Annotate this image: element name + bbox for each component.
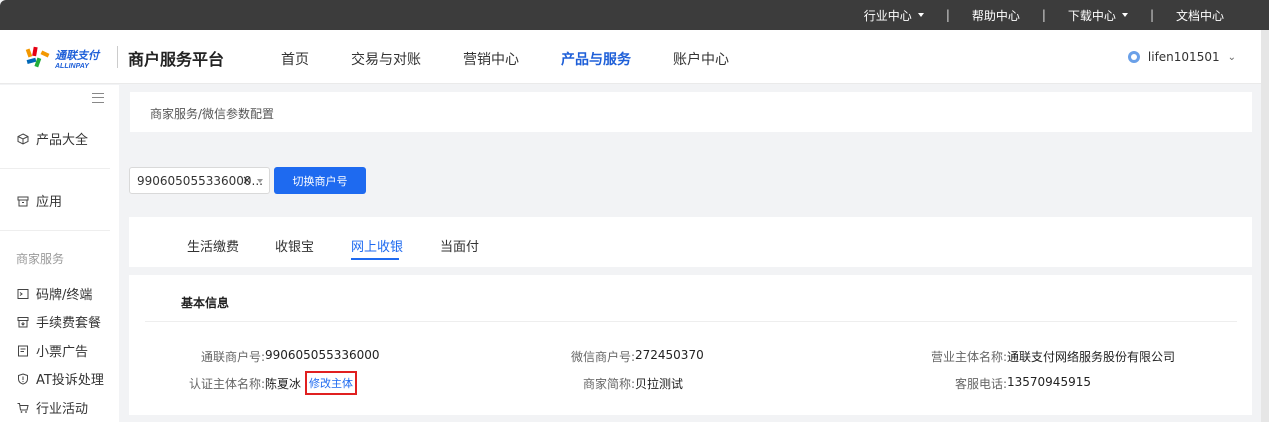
top-bar: 行业中心 | 帮助中心 | 下载中心 | 文档中心 [0,0,1269,30]
help-center-link[interactable]: 帮助中心 [972,7,1020,24]
platform-title: 商户服务平台 [128,50,225,69]
basic-info-card: 基本信息 通联商户号: 990605055336000 认证主体名称: 陈夏冰 … [129,275,1252,415]
cube-icon [17,132,29,145]
sidebar-item-industry-activity[interactable]: 行业活动 [17,398,88,417]
field-certified-subject: 认证主体名称: 陈夏冰 修改主体 [169,371,358,399]
caret-down-icon [257,179,263,183]
username: lifen101501 [1147,50,1220,64]
shield-icon [18,372,28,385]
svg-text:ALLINPAY: ALLINPAY [54,63,90,70]
divider [145,321,1237,322]
docs-center-link[interactable]: 文档中心 [1176,7,1224,24]
sidebar-item-fee-package[interactable]: 手续费套餐 [17,312,101,331]
field-value: 13570945915 [1007,375,1091,389]
sidebar-item-products[interactable]: 产品大全 [17,129,88,148]
section-title: 基本信息 [181,296,230,310]
sidebar-item-terminal[interactable]: 码牌/终端 [17,284,92,303]
tab-utility-payment[interactable]: 生活缴费 [187,236,239,255]
clear-icon[interactable]: × [242,173,252,187]
field-label: 微信商户号: [570,350,635,364]
tab-face-to-face[interactable]: 当面付 [440,236,479,255]
tab-online-cashier[interactable]: 网上收银 [351,236,403,255]
caret-down-icon [917,13,924,17]
tabs-card: 生活缴费 收银宝 网上收银 当面付 [129,217,1252,267]
field-label: 客服电话: [954,377,1007,391]
logo-divider [117,46,118,68]
nav-marketing[interactable]: 营销中心 [463,49,519,69]
package-icon [17,316,29,327]
breadcrumb: 商家服务/微信参数配置 [150,107,275,121]
sidebar-item-complaints[interactable]: AT投诉处理 [17,369,104,388]
field-value: 陈夏冰 [265,377,302,391]
field-label: 通联商户号: [200,350,265,364]
user-menu[interactable]: lifen101501 ⌄ [1127,50,1236,64]
sidebar-item-apps[interactable]: 应用 [17,191,62,210]
scrollbar-track[interactable] [1261,30,1269,422]
archive-icon [17,196,29,206]
download-center-link[interactable]: 下载中心 [1068,7,1128,24]
terminal-icon [17,288,29,299]
nav-account[interactable]: 账户中心 [673,49,729,69]
svg-text:通联支付: 通联支付 [55,49,101,62]
nav-products-services[interactable]: 产品与服务 [561,49,631,69]
nav-home[interactable]: 首页 [281,49,309,69]
sidebar-item-receipt-ads[interactable]: 小票广告 [17,341,88,360]
avatar [1127,51,1140,63]
sidebar-section-title: 商家服务 [16,252,65,266]
caret-down-icon [1121,13,1128,17]
nav-transactions[interactable]: 交易与对账 [351,49,421,69]
switch-merchant-button[interactable]: 切换商户号 [274,167,366,194]
allinpay-logo[interactable]: 通联支付 ALLINPAY [25,46,109,70]
field-label: 营业主体名称: [930,350,1007,364]
divider [0,168,110,169]
cart-icon [17,402,29,413]
field-label: 认证主体名称: [188,377,265,391]
divider: | [1041,8,1046,22]
field-allinpay-merchant-no: 通联商户号: 990605055336000 [169,348,380,365]
field-value: 990605055336000 [265,348,380,362]
modify-subject-link[interactable]: 修改主体 [305,371,358,395]
field-wechat-merchant-no: 微信商户号: 272450370 [539,348,704,365]
field-value: 贝拉测试 [635,377,684,391]
divider: | [945,8,950,22]
main-header: 通联支付 ALLINPAY 商户服务平台 首页 交易与对账 营销中心 产品与服务… [0,30,1261,84]
field-value: 272450370 [635,348,704,362]
industry-center-link[interactable]: 行业中心 [864,7,924,24]
receipt-icon [18,345,28,356]
divider [0,230,110,231]
merchant-select[interactable]: 990605055336000... × [129,167,270,194]
divider: | [1149,8,1154,22]
menu-toggle-icon[interactable] [92,93,104,103]
field-service-phone: 客服电话: 13570945915 [911,375,1091,392]
active-tab-indicator [351,258,399,260]
chevron-down-icon: ⌄ [1227,51,1236,63]
field-merchant-short-name: 商家简称: 贝拉测试 [539,375,683,392]
field-value: 通联支付网络服务股份有限公司 [1007,350,1176,364]
main-nav: 首页 交易与对账 营销中心 产品与服务 账户中心 [281,49,771,69]
breadcrumb-card: 商家服务/微信参数配置 [130,92,1252,132]
sidebar: 产品大全 应用 商家服务 码牌/终端 手续费套餐 小票广告 AT投诉处理 行业活… [0,85,119,422]
field-business-subject: 营业主体名称: 通联支付网络服务股份有限公司 [911,348,1175,365]
top-links: 行业中心 | 帮助中心 | 下载中心 | 文档中心 [864,0,1224,30]
field-label: 商家简称: [582,377,635,391]
tab-cashier[interactable]: 收银宝 [275,236,314,255]
logo-mark-icon [25,46,50,68]
